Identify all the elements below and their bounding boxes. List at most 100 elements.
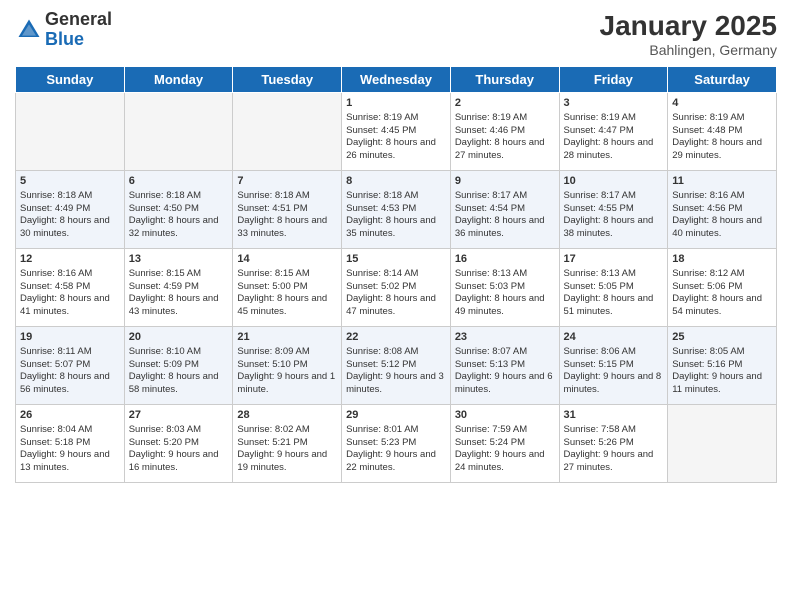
day-info: Sunrise: 7:58 AMSunset: 5:26 PMDaylight:… — [564, 424, 664, 475]
day-number: 19 — [20, 330, 120, 345]
calendar-cell: 26Sunrise: 8:04 AMSunset: 5:18 PMDayligh… — [16, 405, 125, 483]
day-info: Sunrise: 8:17 AMSunset: 4:55 PMDaylight:… — [564, 190, 664, 241]
day-info: Sunrise: 8:16 AMSunset: 4:58 PMDaylight:… — [20, 268, 120, 319]
day-number: 29 — [346, 408, 446, 423]
day-number: 22 — [346, 330, 446, 345]
day-info: Sunrise: 8:05 AMSunset: 5:16 PMDaylight:… — [672, 346, 772, 397]
calendar-cell: 29Sunrise: 8:01 AMSunset: 5:23 PMDayligh… — [342, 405, 451, 483]
calendar-cell: 18Sunrise: 8:12 AMSunset: 5:06 PMDayligh… — [668, 249, 777, 327]
day-number: 7 — [237, 174, 337, 189]
calendar-cell: 2Sunrise: 8:19 AMSunset: 4:46 PMDaylight… — [450, 93, 559, 171]
day-number: 4 — [672, 96, 772, 111]
day-number: 30 — [455, 408, 555, 423]
day-number: 24 — [564, 330, 664, 345]
day-number: 5 — [20, 174, 120, 189]
day-number: 1 — [346, 96, 446, 111]
calendar: SundayMondayTuesdayWednesdayThursdayFrid… — [15, 66, 777, 483]
day-info: Sunrise: 8:09 AMSunset: 5:10 PMDaylight:… — [237, 346, 337, 397]
weekday-tuesday: Tuesday — [233, 67, 342, 93]
calendar-cell: 17Sunrise: 8:13 AMSunset: 5:05 PMDayligh… — [559, 249, 668, 327]
day-number: 12 — [20, 252, 120, 267]
day-number: 2 — [455, 96, 555, 111]
calendar-row-2: 5Sunrise: 8:18 AMSunset: 4:49 PMDaylight… — [16, 171, 777, 249]
calendar-cell: 11Sunrise: 8:16 AMSunset: 4:56 PMDayligh… — [668, 171, 777, 249]
day-number: 28 — [237, 408, 337, 423]
day-number: 11 — [672, 174, 772, 189]
day-info: Sunrise: 8:19 AMSunset: 4:47 PMDaylight:… — [564, 112, 664, 163]
calendar-cell: 15Sunrise: 8:14 AMSunset: 5:02 PMDayligh… — [342, 249, 451, 327]
calendar-cell: 25Sunrise: 8:05 AMSunset: 5:16 PMDayligh… — [668, 327, 777, 405]
calendar-cell: 14Sunrise: 8:15 AMSunset: 5:00 PMDayligh… — [233, 249, 342, 327]
day-number: 23 — [455, 330, 555, 345]
day-info: Sunrise: 8:02 AMSunset: 5:21 PMDaylight:… — [237, 424, 337, 475]
calendar-cell: 30Sunrise: 7:59 AMSunset: 5:24 PMDayligh… — [450, 405, 559, 483]
day-number: 15 — [346, 252, 446, 267]
day-info: Sunrise: 8:07 AMSunset: 5:13 PMDaylight:… — [455, 346, 555, 397]
weekday-header-row: SundayMondayTuesdayWednesdayThursdayFrid… — [16, 67, 777, 93]
day-info: Sunrise: 8:18 AMSunset: 4:50 PMDaylight:… — [129, 190, 229, 241]
day-number: 6 — [129, 174, 229, 189]
day-info: Sunrise: 8:14 AMSunset: 5:02 PMDaylight:… — [346, 268, 446, 319]
day-info: Sunrise: 8:03 AMSunset: 5:20 PMDaylight:… — [129, 424, 229, 475]
calendar-cell — [668, 405, 777, 483]
calendar-cell: 4Sunrise: 8:19 AMSunset: 4:48 PMDaylight… — [668, 93, 777, 171]
day-number: 16 — [455, 252, 555, 267]
day-info: Sunrise: 8:06 AMSunset: 5:15 PMDaylight:… — [564, 346, 664, 397]
calendar-cell — [233, 93, 342, 171]
day-info: Sunrise: 8:18 AMSunset: 4:51 PMDaylight:… — [237, 190, 337, 241]
page: General Blue January 2025 Bahlingen, Ger… — [0, 0, 792, 612]
day-number: 21 — [237, 330, 337, 345]
header: General Blue January 2025 Bahlingen, Ger… — [15, 10, 777, 58]
calendar-cell: 28Sunrise: 8:02 AMSunset: 5:21 PMDayligh… — [233, 405, 342, 483]
calendar-cell: 7Sunrise: 8:18 AMSunset: 4:51 PMDaylight… — [233, 171, 342, 249]
calendar-cell: 27Sunrise: 8:03 AMSunset: 5:20 PMDayligh… — [124, 405, 233, 483]
logo-icon — [15, 16, 43, 44]
calendar-cell: 6Sunrise: 8:18 AMSunset: 4:50 PMDaylight… — [124, 171, 233, 249]
calendar-row-3: 12Sunrise: 8:16 AMSunset: 4:58 PMDayligh… — [16, 249, 777, 327]
day-number: 31 — [564, 408, 664, 423]
day-info: Sunrise: 8:18 AMSunset: 4:49 PMDaylight:… — [20, 190, 120, 241]
day-info: Sunrise: 8:15 AMSunset: 4:59 PMDaylight:… — [129, 268, 229, 319]
day-number: 17 — [564, 252, 664, 267]
calendar-cell: 19Sunrise: 8:11 AMSunset: 5:07 PMDayligh… — [16, 327, 125, 405]
calendar-cell: 31Sunrise: 7:58 AMSunset: 5:26 PMDayligh… — [559, 405, 668, 483]
day-info: Sunrise: 8:11 AMSunset: 5:07 PMDaylight:… — [20, 346, 120, 397]
day-info: Sunrise: 8:12 AMSunset: 5:06 PMDaylight:… — [672, 268, 772, 319]
location: Bahlingen, Germany — [600, 42, 777, 58]
day-number: 26 — [20, 408, 120, 423]
day-number: 20 — [129, 330, 229, 345]
day-info: Sunrise: 8:19 AMSunset: 4:48 PMDaylight:… — [672, 112, 772, 163]
calendar-cell: 10Sunrise: 8:17 AMSunset: 4:55 PMDayligh… — [559, 171, 668, 249]
calendar-cell: 3Sunrise: 8:19 AMSunset: 4:47 PMDaylight… — [559, 93, 668, 171]
calendar-cell: 23Sunrise: 8:07 AMSunset: 5:13 PMDayligh… — [450, 327, 559, 405]
calendar-cell: 8Sunrise: 8:18 AMSunset: 4:53 PMDaylight… — [342, 171, 451, 249]
calendar-cell — [124, 93, 233, 171]
day-number: 18 — [672, 252, 772, 267]
day-info: Sunrise: 7:59 AMSunset: 5:24 PMDaylight:… — [455, 424, 555, 475]
calendar-cell: 21Sunrise: 8:09 AMSunset: 5:10 PMDayligh… — [233, 327, 342, 405]
weekday-thursday: Thursday — [450, 67, 559, 93]
weekday-sunday: Sunday — [16, 67, 125, 93]
calendar-cell: 20Sunrise: 8:10 AMSunset: 5:09 PMDayligh… — [124, 327, 233, 405]
day-number: 8 — [346, 174, 446, 189]
logo: General Blue — [15, 10, 112, 50]
calendar-cell: 12Sunrise: 8:16 AMSunset: 4:58 PMDayligh… — [16, 249, 125, 327]
day-number: 25 — [672, 330, 772, 345]
weekday-saturday: Saturday — [668, 67, 777, 93]
logo-general: General — [45, 10, 112, 30]
weekday-monday: Monday — [124, 67, 233, 93]
calendar-cell: 16Sunrise: 8:13 AMSunset: 5:03 PMDayligh… — [450, 249, 559, 327]
day-number: 14 — [237, 252, 337, 267]
calendar-row-1: 1Sunrise: 8:19 AMSunset: 4:45 PMDaylight… — [16, 93, 777, 171]
day-number: 10 — [564, 174, 664, 189]
calendar-cell: 5Sunrise: 8:18 AMSunset: 4:49 PMDaylight… — [16, 171, 125, 249]
calendar-row-5: 26Sunrise: 8:04 AMSunset: 5:18 PMDayligh… — [16, 405, 777, 483]
day-info: Sunrise: 8:10 AMSunset: 5:09 PMDaylight:… — [129, 346, 229, 397]
day-info: Sunrise: 8:16 AMSunset: 4:56 PMDaylight:… — [672, 190, 772, 241]
day-info: Sunrise: 8:19 AMSunset: 4:45 PMDaylight:… — [346, 112, 446, 163]
calendar-cell: 9Sunrise: 8:17 AMSunset: 4:54 PMDaylight… — [450, 171, 559, 249]
month-title: January 2025 — [600, 10, 777, 42]
calendar-cell — [16, 93, 125, 171]
calendar-cell: 13Sunrise: 8:15 AMSunset: 4:59 PMDayligh… — [124, 249, 233, 327]
day-info: Sunrise: 8:19 AMSunset: 4:46 PMDaylight:… — [455, 112, 555, 163]
